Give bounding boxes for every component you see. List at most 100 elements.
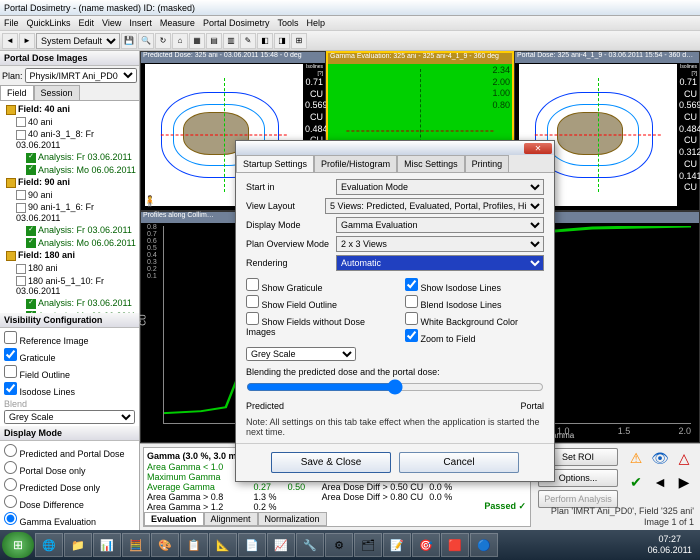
save-close-button[interactable]: Save & Close bbox=[271, 452, 391, 473]
btab-normalization[interactable]: Normalization bbox=[258, 512, 327, 526]
task-item[interactable]: 📈 bbox=[267, 533, 295, 557]
tree-node[interactable]: 90 ani-1_1_6: Fr 03.06.2011 bbox=[2, 201, 137, 224]
windows-taskbar[interactable]: ⊞ 🌐 📁 📊 🧮 🎨 📋 📐 📄 📈 🔧 ⚙ 🗂 📝 🎯 🟥 🔵 07:270… bbox=[0, 530, 700, 560]
tree-node[interactable]: ✓Analysis: Mo 06.06.2011 bbox=[2, 164, 137, 177]
dialog-checkbox[interactable]: Show Isodose Lines bbox=[405, 277, 544, 294]
dtab-printing[interactable]: Printing bbox=[465, 155, 510, 172]
dm-radio[interactable]: Gamma Evaluation bbox=[4, 511, 135, 528]
field-tree[interactable]: Field: 40 ani40 ani40 ani-3_1_8: Fr 03.0… bbox=[0, 101, 139, 313]
tree-node[interactable]: ✓Analysis: Fr 03.06.2011 bbox=[2, 297, 137, 310]
tree-node[interactable]: 90 ani bbox=[2, 189, 137, 202]
dialog-close-button[interactable]: ✕ bbox=[524, 143, 552, 154]
menu-help[interactable]: Help bbox=[306, 18, 325, 28]
dm-radio[interactable]: Predicted Dose only bbox=[4, 477, 135, 494]
next-icon[interactable]: ▶ bbox=[674, 472, 694, 492]
dialog-checkbox[interactable]: Show Fields without Dose Images bbox=[246, 311, 385, 338]
dialog-select[interactable]: Automatic bbox=[336, 255, 544, 271]
dtab-misc[interactable]: Misc Settings bbox=[397, 155, 465, 172]
task-item[interactable]: 🗂 bbox=[354, 533, 382, 557]
toolbar-fwd-icon[interactable]: ► bbox=[19, 33, 35, 49]
toolbar-refresh-icon[interactable]: ↻ bbox=[155, 33, 171, 49]
perform-analysis-button[interactable]: Perform Analysis bbox=[538, 490, 618, 508]
task-item[interactable]: ⚙ bbox=[325, 533, 353, 557]
toolbar-btn[interactable]: ▤ bbox=[206, 33, 222, 49]
warning-icon[interactable]: ⚠ bbox=[626, 448, 646, 468]
dialog-select[interactable]: 5 Views: Predicted, Evaluated, Portal, P… bbox=[325, 198, 544, 214]
dialog-checkbox[interactable]: Show Field Outline bbox=[246, 294, 385, 311]
toolbar-btn[interactable]: ◧ bbox=[257, 33, 273, 49]
task-item[interactable]: 🎯 bbox=[412, 533, 440, 557]
dialog-checkbox[interactable]: Show Graticule bbox=[246, 277, 385, 294]
dtab-startup[interactable]: Startup Settings bbox=[236, 155, 314, 172]
tab-field[interactable]: Field bbox=[0, 85, 34, 100]
dtab-profile[interactable]: Profile/Histogram bbox=[314, 155, 397, 172]
check-icon[interactable]: ✔ bbox=[626, 472, 646, 492]
toolbar-save-icon[interactable]: 💾 bbox=[121, 33, 137, 49]
start-button[interactable]: ⊞ bbox=[2, 532, 34, 558]
dialog-checkbox[interactable]: Blend Isodose Lines bbox=[405, 294, 544, 311]
tree-node[interactable]: Field: 40 ani bbox=[2, 103, 137, 116]
menu-edit[interactable]: Edit bbox=[79, 18, 95, 28]
dialog-select[interactable]: Evaluation Mode bbox=[336, 179, 544, 195]
tree-node[interactable]: ✓Analysis: Fr 03.06.2011 bbox=[2, 151, 137, 164]
dm-radio[interactable]: Portal Dose only bbox=[4, 460, 135, 477]
dialog-checkbox[interactable]: Zoom to Field bbox=[405, 328, 544, 345]
prev-icon[interactable]: ◄ bbox=[650, 472, 670, 492]
toolbar-btn[interactable]: ✎ bbox=[240, 33, 256, 49]
tree-node[interactable]: 40 ani bbox=[2, 116, 137, 129]
menu-view[interactable]: View bbox=[102, 18, 121, 28]
dialog-titlebar[interactable]: ✕ bbox=[236, 141, 554, 155]
system-tray[interactable]: 07:2706.06.2011 bbox=[642, 534, 698, 556]
btab-alignment[interactable]: Alignment bbox=[204, 512, 258, 526]
task-item[interactable]: 📁 bbox=[64, 533, 92, 557]
task-item[interactable]: 🔧 bbox=[296, 533, 324, 557]
eye-icon[interactable]: 👁 bbox=[650, 448, 670, 468]
vis-checkbox[interactable]: Graticule bbox=[4, 347, 135, 364]
btab-evaluation[interactable]: Evaluation bbox=[144, 512, 204, 526]
task-item[interactable]: 🧮 bbox=[122, 533, 150, 557]
toolbar-btn[interactable]: ▦ bbox=[189, 33, 205, 49]
task-item[interactable]: 📊 bbox=[93, 533, 121, 557]
vis-checkbox[interactable]: Field Outline bbox=[4, 364, 135, 381]
dialog-select[interactable]: Gamma Evaluation bbox=[336, 217, 544, 233]
menu-tools[interactable]: Tools bbox=[277, 18, 298, 28]
dm-radio[interactable]: Dose Difference bbox=[4, 494, 135, 511]
tree-node[interactable]: Field: 180 ani bbox=[2, 249, 137, 262]
dm-radio[interactable]: Predicted and Portal Dose bbox=[4, 443, 135, 460]
vis-checkbox[interactable]: Isodose Lines bbox=[4, 381, 135, 398]
tree-node[interactable]: 40 ani-3_1_8: Fr 03.06.2011 bbox=[2, 128, 137, 151]
tree-node[interactable]: 180 ani-5_1_10: Fr 03.06.2011 bbox=[2, 275, 137, 298]
dialog-scale-select[interactable]: Grey Scale bbox=[246, 347, 356, 361]
vis-checkbox[interactable]: Reference Image bbox=[4, 330, 135, 347]
task-item[interactable]: 📄 bbox=[238, 533, 266, 557]
task-item[interactable]: 📋 bbox=[180, 533, 208, 557]
task-item[interactable]: 🟥 bbox=[441, 533, 469, 557]
toolbar-btn[interactable]: ◨ bbox=[274, 33, 290, 49]
toolbar-btn[interactable]: ▥ bbox=[223, 33, 239, 49]
tree-node[interactable]: ✓Analysis: Fr 03.06.2011 bbox=[2, 224, 137, 237]
toolbar-layout-select[interactable]: System Default bbox=[36, 33, 120, 49]
dialog-checkbox[interactable]: White Background Color bbox=[405, 311, 544, 328]
menu-insert[interactable]: Insert bbox=[129, 18, 152, 28]
dialog-select[interactable]: 2 x 3 Views bbox=[336, 236, 544, 252]
task-item[interactable]: 📝 bbox=[383, 533, 411, 557]
blend-slider[interactable] bbox=[246, 379, 544, 395]
task-item[interactable]: 📐 bbox=[209, 533, 237, 557]
tree-node[interactable]: 180 ani bbox=[2, 262, 137, 275]
toolbar-zoom-icon[interactable]: 🔍 bbox=[138, 33, 154, 49]
tree-node[interactable]: ✓Analysis: Mo 06.06.2011 bbox=[2, 237, 137, 250]
delta-icon[interactable]: △ bbox=[674, 448, 694, 468]
tree-node[interactable]: Field: 90 ani bbox=[2, 176, 137, 189]
vis-scale-select[interactable]: Grey Scale bbox=[4, 410, 135, 424]
plan-select[interactable]: Physik/IMRT Ani_PD0 bbox=[25, 68, 137, 83]
cancel-button[interactable]: Cancel bbox=[399, 452, 519, 473]
task-item[interactable]: 🎨 bbox=[151, 533, 179, 557]
menu-measure[interactable]: Measure bbox=[160, 18, 195, 28]
tab-session[interactable]: Session bbox=[34, 85, 80, 100]
menu-quicklinks[interactable]: QuickLinks bbox=[27, 18, 71, 28]
menu-file[interactable]: File bbox=[4, 18, 19, 28]
task-item[interactable]: 🌐 bbox=[35, 533, 63, 557]
toolbar-back-icon[interactable]: ◄ bbox=[2, 33, 18, 49]
toolbar-btn[interactable]: ⊞ bbox=[291, 33, 307, 49]
menu-portal-dosimetry[interactable]: Portal Dosimetry bbox=[203, 18, 270, 28]
